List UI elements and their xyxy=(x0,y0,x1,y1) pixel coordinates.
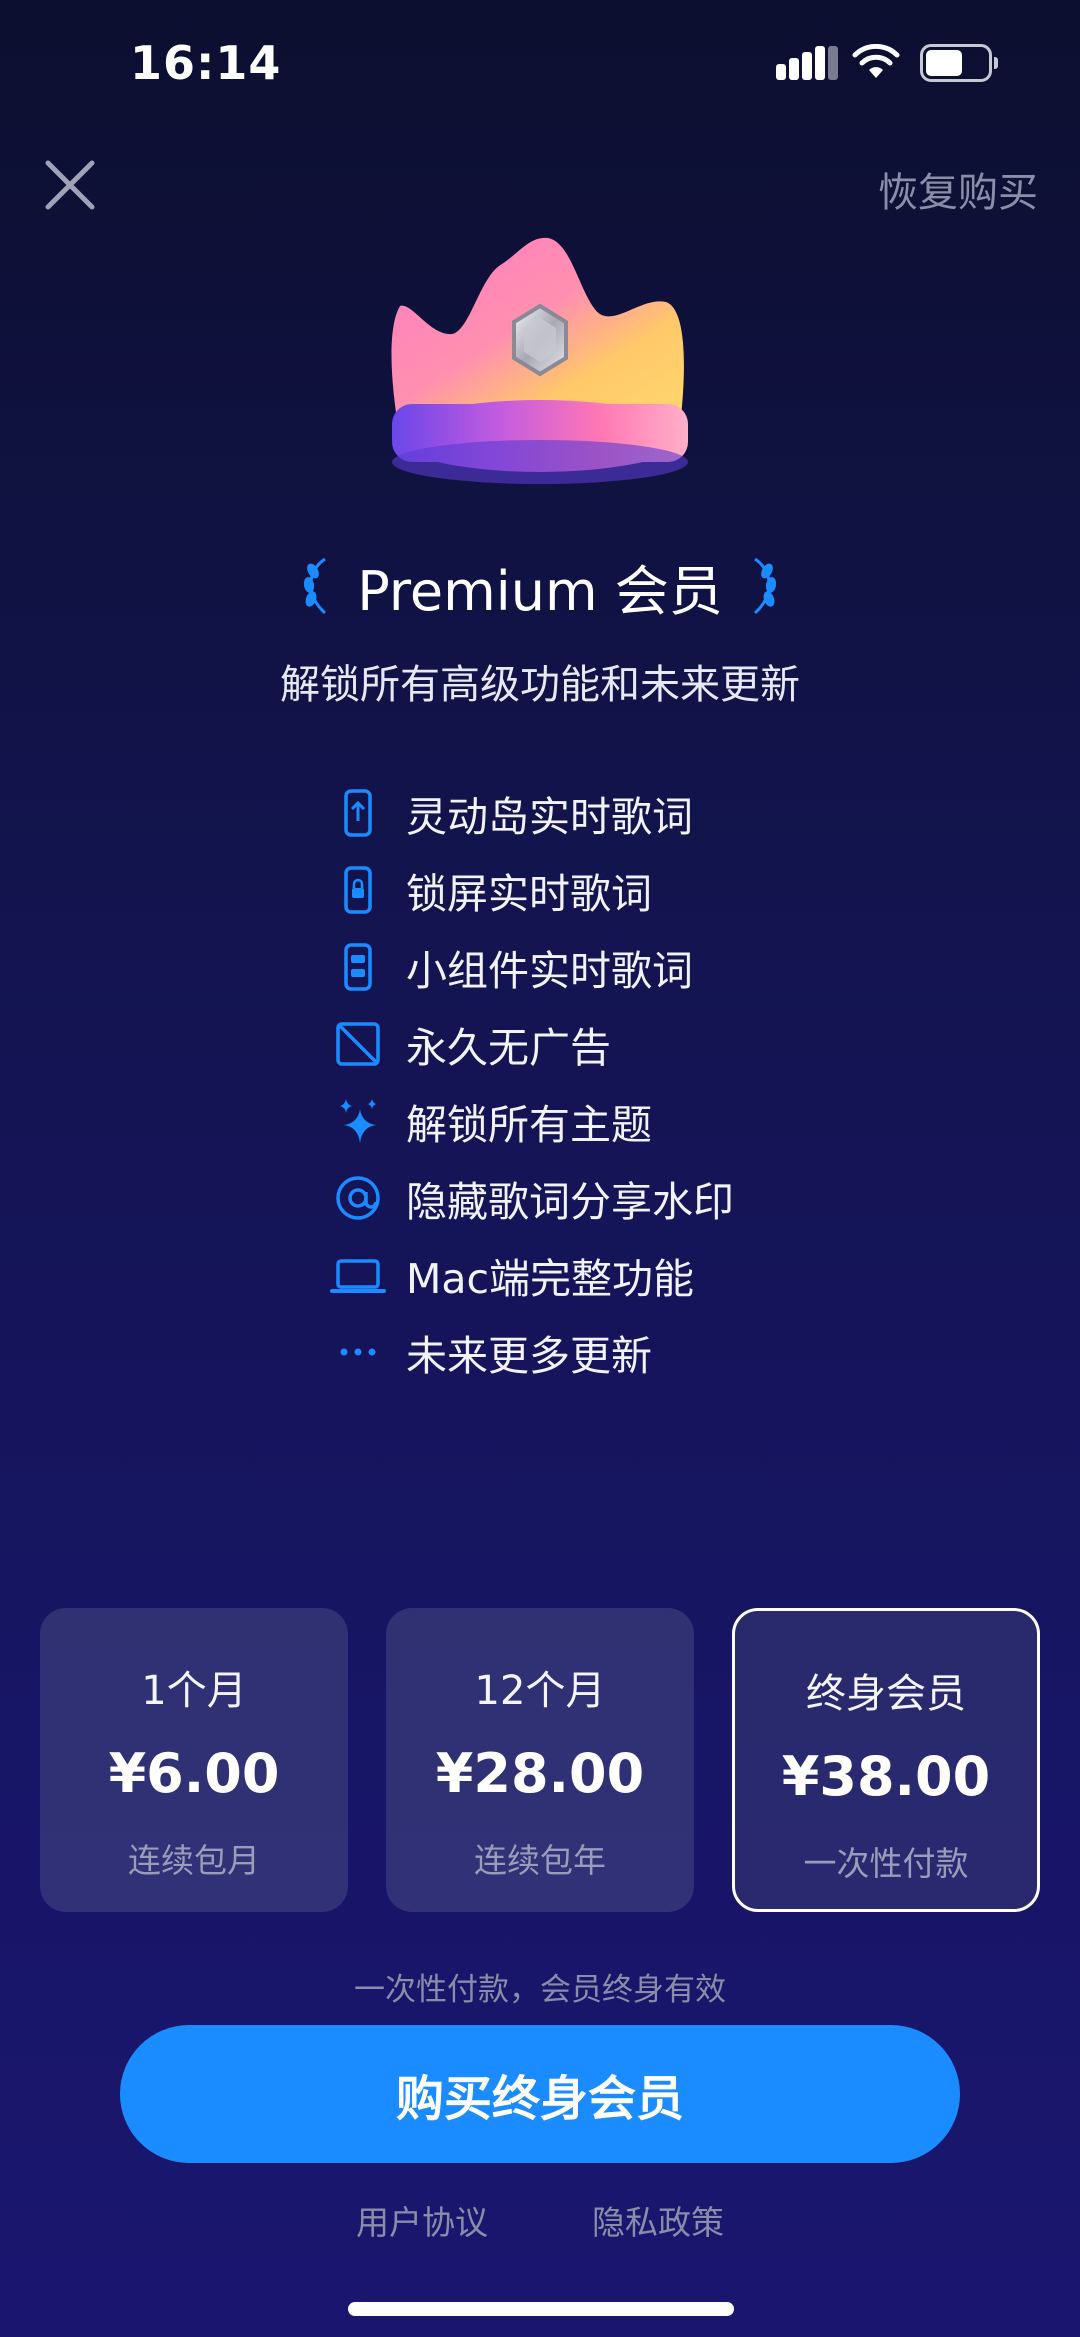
plan-price: ¥6.00 xyxy=(108,1742,280,1805)
page-title: Premium 会员 xyxy=(357,559,723,623)
plan-name: 1个月 xyxy=(141,1668,247,1714)
feature-list: 灵动岛实时歌词 锁屏实时歌词 小组件实时歌词 永久无广告 解锁所有主题 隐藏歌词… xyxy=(330,774,850,1390)
buy-lifetime-button[interactable]: 购买终身会员 xyxy=(120,2025,960,2163)
lock-screen-icon xyxy=(344,865,372,914)
purchase-note: 一次性付款，会员终身有效 xyxy=(354,1972,726,2008)
laurel-left-icon xyxy=(304,557,327,615)
footer-links: 用户协议 隐私政策 xyxy=(0,2196,1080,2244)
plan-card-lifetime[interactable]: 终身会员 ¥38.00 一次性付款 xyxy=(732,1608,1040,1912)
no-ads-icon xyxy=(336,1021,380,1066)
plan-name: 终身会员 xyxy=(806,1671,966,1717)
title-row: Premium 会员 xyxy=(0,548,1080,624)
restore-purchase-button[interactable]: 恢复购买 xyxy=(878,160,1038,218)
plan-price: ¥38.00 xyxy=(781,1745,991,1808)
list-item: 隐藏歌词分享水印 xyxy=(330,1159,850,1236)
laptop-icon xyxy=(330,1258,386,1293)
terms-link[interactable]: 用户协议 xyxy=(356,2196,488,2244)
status-bar: 16:14 xyxy=(0,0,1080,130)
list-item: 灵动岛实时歌词 xyxy=(330,774,850,851)
crown-illustration xyxy=(391,237,688,484)
laurel-right-icon xyxy=(753,557,776,615)
plan-card-yearly[interactable]: 12个月 ¥28.00 连续包年 xyxy=(386,1608,694,1912)
at-icon xyxy=(336,1175,380,1220)
close-icon[interactable] xyxy=(40,155,100,215)
plan-description: 连续包年 xyxy=(474,1841,606,1880)
cellular-signal-icon xyxy=(776,44,838,80)
ellipsis-icon xyxy=(340,1348,376,1355)
wifi-icon xyxy=(852,44,900,78)
page-subtitle: 解锁所有高级功能和未来更新 xyxy=(280,662,800,708)
dynamic-island-icon xyxy=(344,788,372,837)
plan-card-monthly[interactable]: 1个月 ¥6.00 连续包月 xyxy=(40,1608,348,1912)
list-item: 锁屏实时歌词 xyxy=(330,851,850,928)
plan-selector: 1个月 ¥6.00 连续包月 12个月 ¥28.00 连续包年 终身会员 ¥38… xyxy=(40,1608,1040,1912)
sparkles-icon xyxy=(340,1098,376,1143)
home-indicator[interactable] xyxy=(348,2302,734,2316)
battery-icon xyxy=(920,44,998,82)
privacy-link[interactable]: 隐私政策 xyxy=(592,2196,724,2244)
widget-icon xyxy=(344,942,372,991)
plan-price: ¥28.00 xyxy=(435,1742,645,1805)
plan-description: 连续包月 xyxy=(128,1841,260,1880)
plan-name: 12个月 xyxy=(474,1668,606,1714)
list-item: Mac端完整功能 xyxy=(330,1236,850,1313)
status-time: 16:14 xyxy=(130,36,282,90)
list-item: 未来更多更新 xyxy=(330,1313,850,1390)
plan-description: 一次性付款 xyxy=(803,1844,969,1883)
list-item: 小组件实时歌词 xyxy=(330,928,850,1005)
list-item: 解锁所有主题 xyxy=(330,1082,850,1159)
list-item: 永久无广告 xyxy=(330,1005,850,1082)
